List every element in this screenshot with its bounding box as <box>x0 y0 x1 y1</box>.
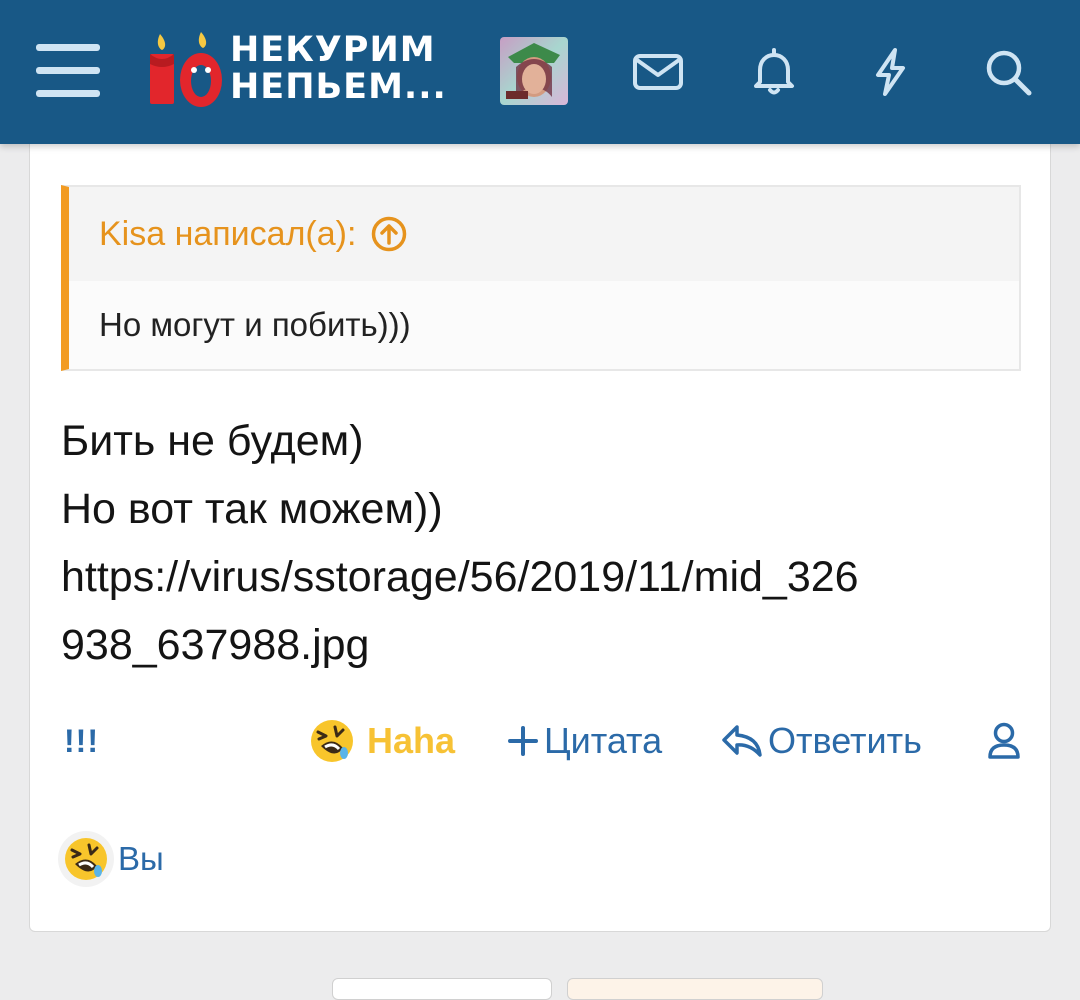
quote-author-link[interactable]: Kisa написал(а): <box>99 215 356 254</box>
reaction-label: Haha <box>367 720 456 761</box>
logo-line-2: НЕПЬЕМ... <box>230 67 447 107</box>
arrow-up-circle-icon[interactable] <box>370 215 408 253</box>
top-navigation-bar: НЕКУРИМ НЕПЬЕМ... <box>0 0 1080 144</box>
reactions-summary[interactable]: Вы <box>58 831 164 887</box>
quote-text: Но могут и побить))) <box>69 281 1019 369</box>
laughing-emoji-icon <box>311 720 353 762</box>
quote-button[interactable]: Цитата <box>506 711 662 771</box>
quote-header: Kisa написал(а): <box>69 187 1019 281</box>
warn-button[interactable]: !!! <box>64 711 99 771</box>
avatar-portrait-icon <box>506 43 560 99</box>
message-line-1: Бить не будем) <box>61 417 364 465</box>
reply-arrow-icon <box>722 725 762 757</box>
user-profile-button[interactable] <box>986 711 1022 771</box>
envelope-icon[interactable] <box>630 44 686 100</box>
plus-icon <box>508 726 538 756</box>
message-link-line-2[interactable]: 938_637988.jpg <box>61 611 1021 679</box>
logo-text: НЕКУРИМ НЕПЬЕМ... <box>230 32 447 106</box>
pagination-button-right[interactable] <box>567 978 823 1000</box>
reaction-bubble <box>58 831 114 887</box>
site-logo[interactable]: НЕКУРИМ НЕПЬЕМ... <box>146 30 446 110</box>
post-card: Kisa написал(а): Но могут и побить))) Би… <box>29 120 1051 932</box>
message-line-2: Но вот так можем)) <box>61 485 443 533</box>
message-link-line-1[interactable]: https://virus/sstorage/56/2019/11/mid_32… <box>61 543 1021 611</box>
post-actions: !!! Haha Цитата Ответить <box>30 711 1052 771</box>
logo-line-1: НЕКУРИМ <box>230 30 436 70</box>
search-icon[interactable] <box>980 44 1036 100</box>
reaction-users: Вы <box>118 840 164 877</box>
menu-icon[interactable] <box>36 44 100 98</box>
user-avatar[interactable] <box>500 37 568 105</box>
reply-button[interactable]: Ответить <box>720 711 922 771</box>
quote-button-label: Цитата <box>544 720 663 761</box>
laughing-emoji-icon <box>65 838 107 880</box>
pagination-button-left[interactable] <box>332 978 552 1000</box>
reply-button-label: Ответить <box>768 720 922 761</box>
message-body: Бить не будем) Но вот так можем)) https:… <box>61 407 1021 679</box>
bell-icon[interactable] <box>746 44 802 100</box>
quote-block: Kisa написал(а): Но могут и побить))) <box>61 185 1021 371</box>
candles-logo-icon <box>150 32 222 107</box>
lightning-icon[interactable] <box>862 44 918 100</box>
reaction-button[interactable]: Haha <box>309 711 455 771</box>
user-icon <box>988 722 1020 759</box>
